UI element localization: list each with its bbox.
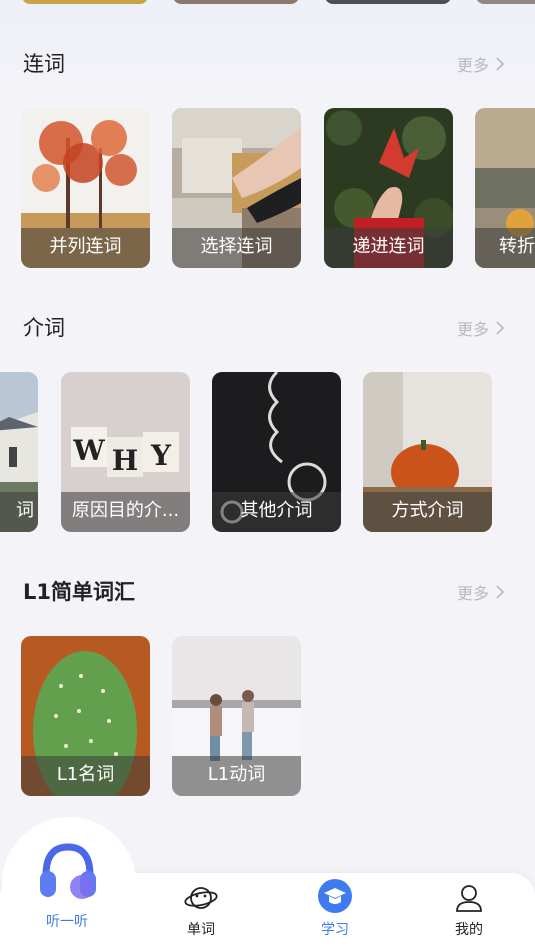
card-l1-nouns[interactable]: L1名词 xyxy=(21,636,150,796)
more-label: 更多 xyxy=(456,584,489,603)
nav-label: 我的 xyxy=(455,922,483,938)
card-other-preposition[interactable]: 其他介词 xyxy=(212,372,341,532)
card-row-prepositions: 词 W H Y 原因目的介... 其他介词 方式介词 xyxy=(0,372,535,532)
nav-item-profile[interactable]: 我的 xyxy=(434,883,504,939)
card-row-l1-vocab: L1名词 L1动词 xyxy=(0,636,535,796)
more-link[interactable]: 更多 xyxy=(457,316,505,340)
more-link[interactable]: 更多 xyxy=(457,580,505,604)
card-label: 原因目的介... xyxy=(61,492,190,532)
section-header-prepositions: 介词 更多 xyxy=(23,312,505,342)
chevron-right-icon xyxy=(496,57,505,71)
block-letter-h: H xyxy=(112,444,138,477)
graduation-cap-icon xyxy=(318,879,352,913)
more-link[interactable]: 更多 xyxy=(457,52,505,76)
more-label: 更多 xyxy=(456,56,489,75)
section-header-conjunctions: 连词 更多 xyxy=(23,48,505,78)
planet-icon xyxy=(184,887,218,909)
nav-label: 单词 xyxy=(187,922,215,938)
card-label: 转折连词 xyxy=(475,228,535,268)
card-preposition-partial[interactable]: 词 xyxy=(0,372,38,532)
study-page: 连词 更多 并列连词 选择连词 递进连词 转折 介词 更多 词 W H Y 原因… xyxy=(0,0,535,951)
card-reason-purpose-preposition[interactable]: W H Y 原因目的介... xyxy=(61,372,190,532)
nav-listen-label[interactable]: 听一听 xyxy=(30,911,104,931)
card-row-conjunctions: 并列连词 选择连词 递进连词 转折 xyxy=(0,108,535,268)
nav-item-words[interactable]: 单词 xyxy=(166,883,236,939)
card-label: 其他介词 xyxy=(212,492,341,532)
card-label: L1名词 xyxy=(21,756,150,796)
card-label: 选择连词 xyxy=(172,228,301,268)
person-icon xyxy=(456,885,482,912)
nav-label: 学习 xyxy=(321,922,349,938)
previous-row-peek xyxy=(0,0,535,6)
section-title: 介词 xyxy=(23,316,65,340)
card-parallel-conjunction[interactable]: 并列连词 xyxy=(21,108,150,268)
card-manner-preposition[interactable]: 方式介词 xyxy=(363,372,492,532)
card-label: 并列连词 xyxy=(21,228,150,268)
card-l1-verbs[interactable]: L1动词 xyxy=(172,636,301,796)
card-label: 词 xyxy=(0,492,38,532)
section-header-l1-vocab: L1简单词汇 更多 xyxy=(23,576,505,606)
card-label: L1动词 xyxy=(172,756,301,796)
card-label: 递进连词 xyxy=(324,228,453,268)
card-progressive-conjunction[interactable]: 递进连词 xyxy=(324,108,453,268)
chevron-right-icon xyxy=(496,321,505,335)
more-label: 更多 xyxy=(456,320,489,339)
card-choice-conjunction[interactable]: 选择连词 xyxy=(172,108,301,268)
section-title: L1简单词汇 xyxy=(23,580,135,604)
card-adversative-conjunction[interactable]: 转折连词 xyxy=(475,108,535,268)
nav-item-study[interactable]: 学习 xyxy=(300,879,370,939)
card-label: 方式介词 xyxy=(363,492,492,532)
block-letter-y: Y xyxy=(150,439,172,472)
headphones-icon xyxy=(40,843,96,899)
section-title: 连词 xyxy=(23,52,65,76)
chevron-right-icon xyxy=(496,585,505,599)
block-letter-w: W xyxy=(72,434,105,467)
